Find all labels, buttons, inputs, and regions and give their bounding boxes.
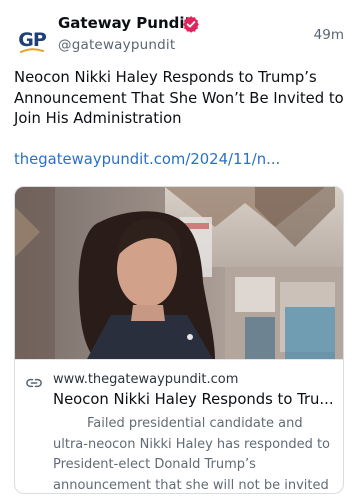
post-timestamp[interactable]: 49m [314, 27, 344, 43]
link-preview-description: Failed presidential candidate and ultra-… [53, 416, 330, 493]
link-preview-title[interactable]: Neocon Nikki Haley Responds to Tru... [53, 391, 335, 408]
link-preview-card[interactable]: www.thegatewaypundit.com Neocon Nikki Ha… [14, 186, 344, 494]
verified-badge-icon [183, 16, 199, 33]
article-photo [15, 187, 343, 359]
link-preview-meta: www.thegatewaypundit.com Neocon Nikki Ha… [15, 359, 343, 493]
post-text: Neocon Nikki Haley Responds to Trump’s A… [14, 69, 344, 127]
link-icon [26, 378, 42, 388]
author-handle[interactable]: @gatewaypundit [58, 37, 175, 53]
post[interactable]: GP Gateway Pundit @gatewaypundit 49m Neo… [0, 0, 358, 500]
avatar[interactable]: GP [14, 22, 50, 58]
avatar-swoosh-icon [20, 48, 44, 53]
post-link[interactable]: thegatewaypundit.com/2024/11/n... [14, 151, 350, 168]
link-preview-domain: www.thegatewaypundit.com [53, 372, 239, 387]
author-name[interactable]: Gateway Pundit [58, 14, 192, 32]
